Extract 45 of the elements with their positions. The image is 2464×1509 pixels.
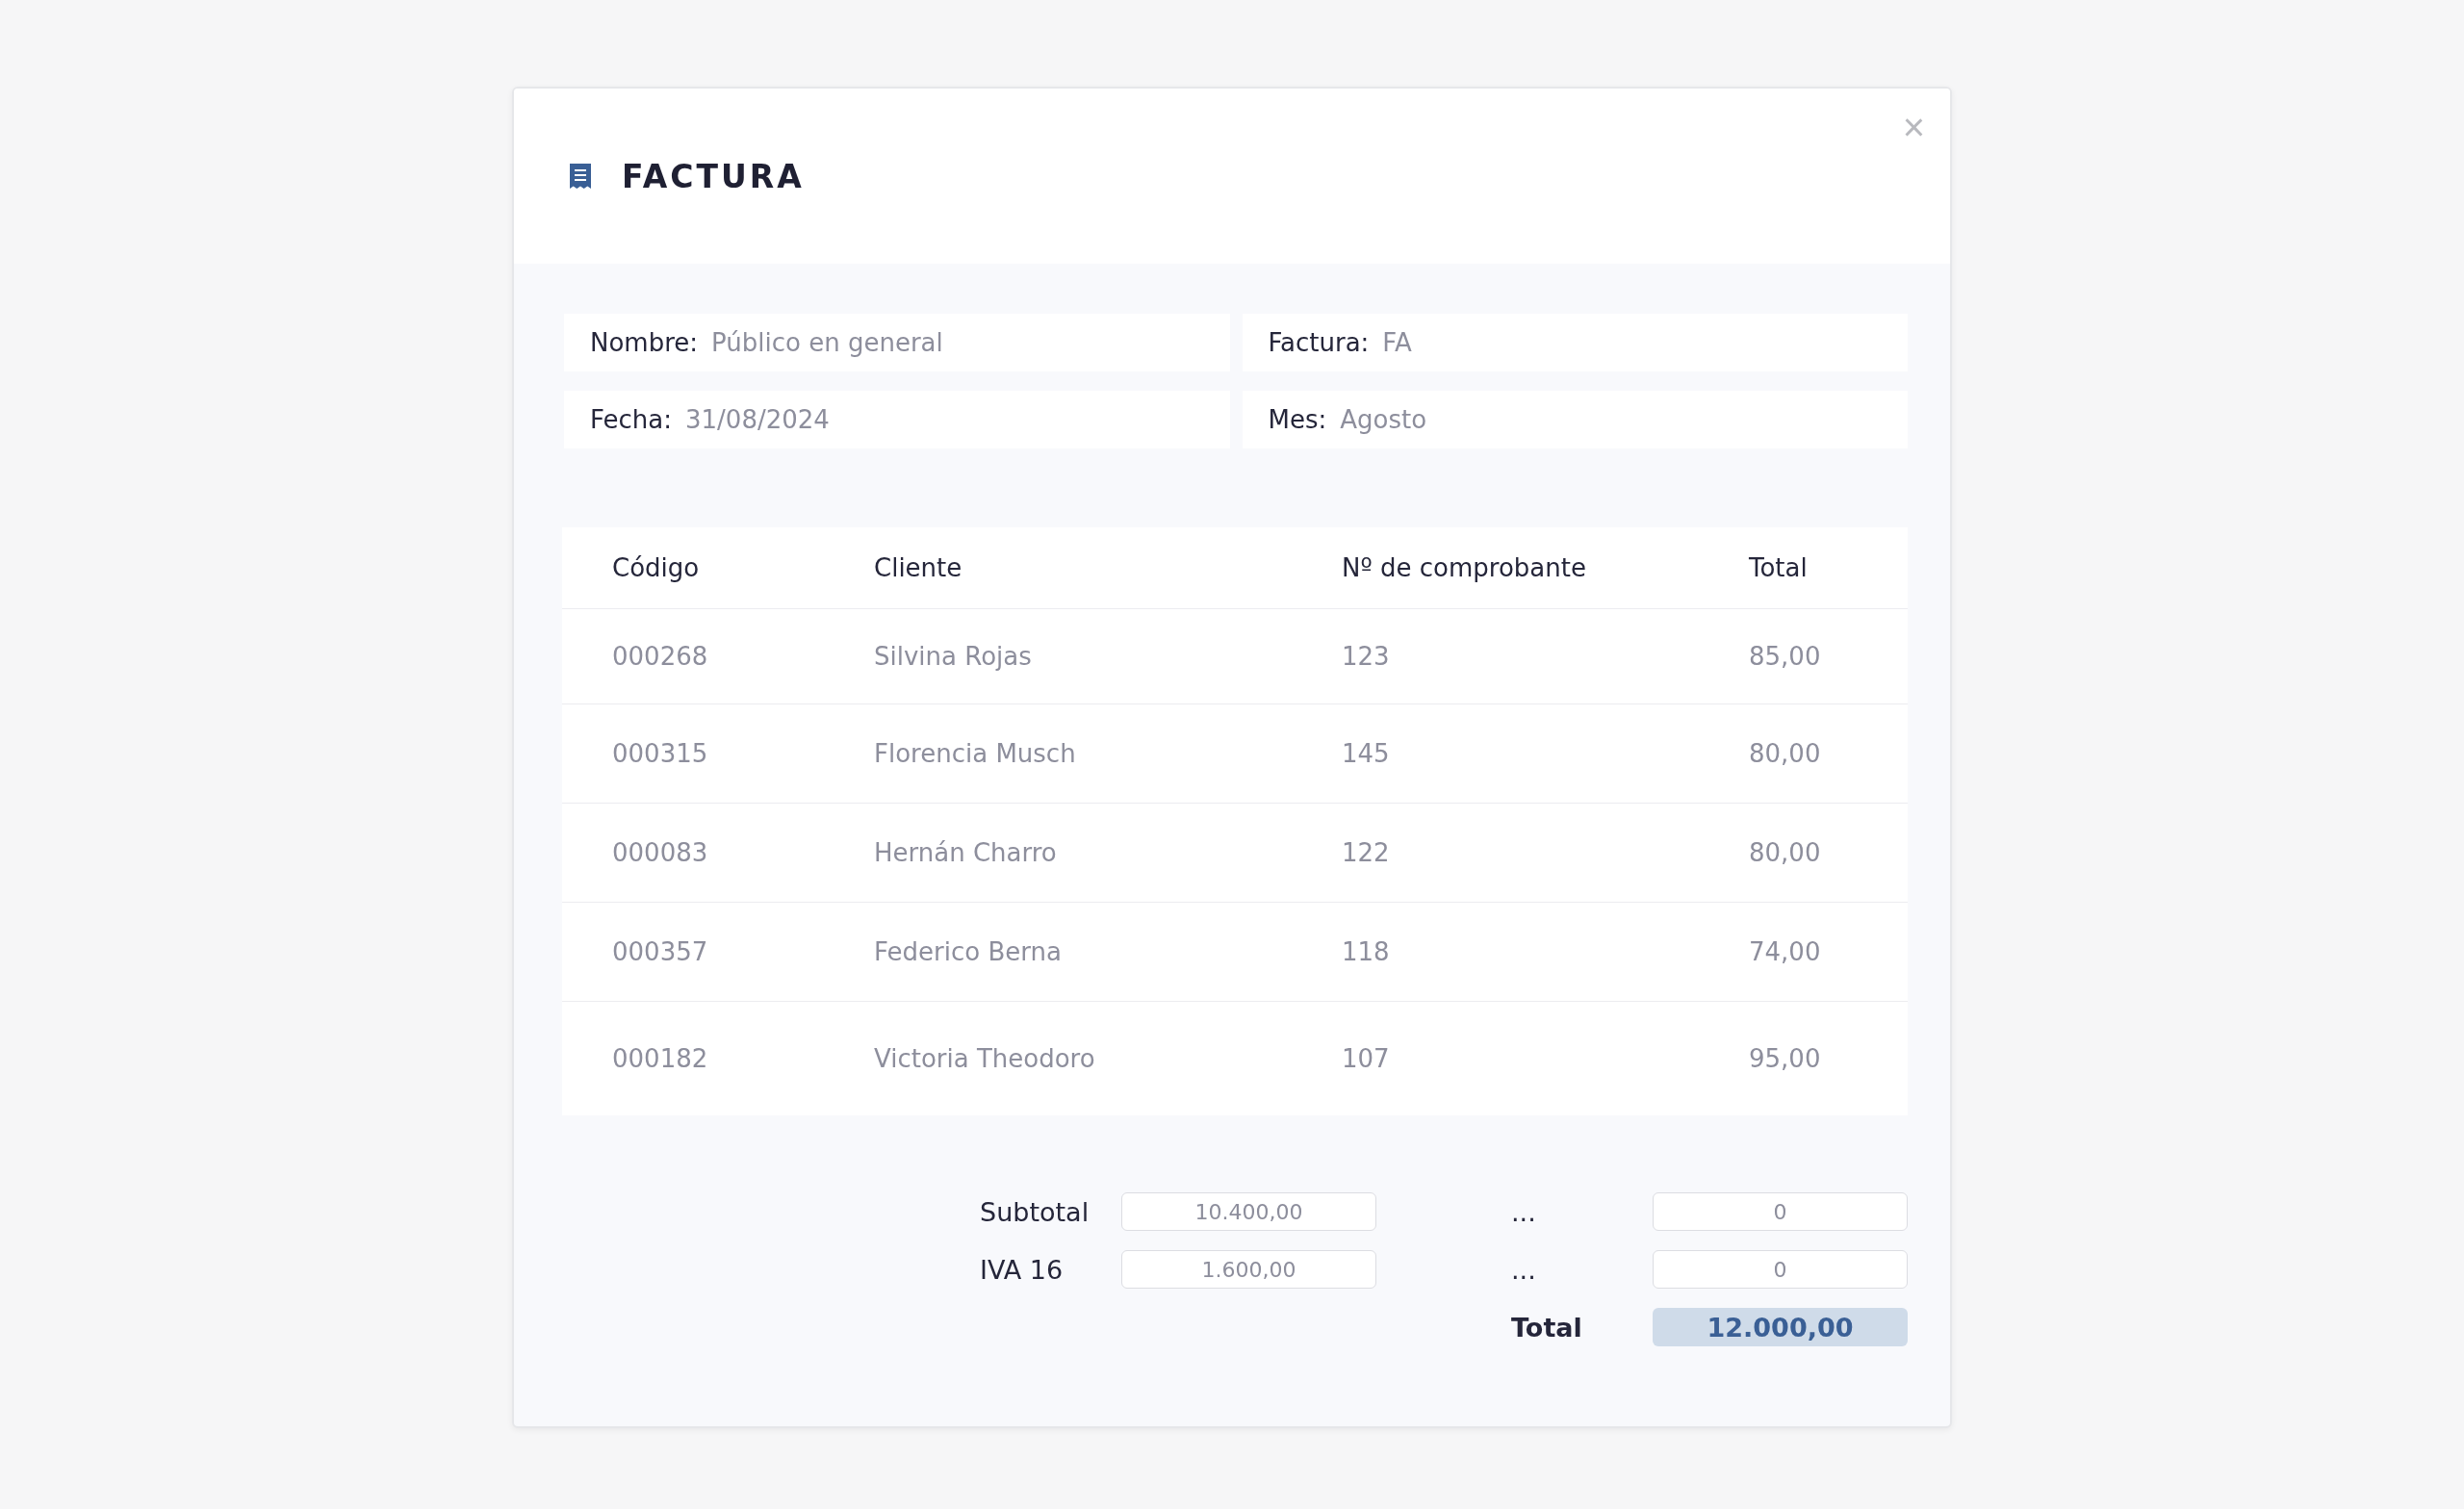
grand-total-value: 12.000,00 (1653, 1308, 1908, 1346)
field-label: Fecha: (590, 405, 672, 434)
table-cell-text: 107 (1342, 1044, 1391, 1073)
table-cell-text: 000268 (612, 642, 709, 671)
table-cell-text: 118 (1342, 937, 1391, 966)
total-label: ... (1511, 1196, 1536, 1227)
field-label: Nombre: (590, 328, 699, 357)
dialog-title: FACTURA (622, 157, 805, 195)
table-cell-text: 74,00 (1749, 937, 1822, 966)
column-header: Cliente (874, 553, 963, 582)
field-label: Factura: (1268, 328, 1370, 357)
table-cell-text: 95,00 (1749, 1044, 1822, 1073)
total-label: IVA 16 (980, 1254, 1064, 1285)
table-cell-text: 000357 (612, 937, 709, 966)
table-cell-text: Silvina Rojas (874, 642, 1033, 671)
table-cell-text: 000083 (612, 838, 709, 867)
table-cell-text: 123 (1342, 642, 1391, 671)
field-value: 31/08/2024 (685, 405, 830, 434)
amount-field[interactable]: 0 (1653, 1250, 1908, 1289)
table-cell-text: Federico Berna (874, 937, 1063, 966)
column-header: Total (1749, 553, 1809, 582)
table-cell-text: 85,00 (1749, 642, 1822, 671)
field-label: Mes: (1268, 405, 1327, 434)
table-cell-text: 145 (1342, 739, 1391, 768)
column-header: Código (612, 553, 701, 582)
close-button[interactable]: × (1896, 108, 1931, 146)
total-label: Total (1511, 1312, 1582, 1343)
amount-field[interactable]: 10.400,00 (1121, 1192, 1376, 1231)
amount-field[interactable]: 1.600,00 (1121, 1250, 1376, 1289)
field-value: Público en general (711, 328, 943, 357)
table-cell-text: 122 (1342, 838, 1391, 867)
table-cell-text: Victoria Theodoro (874, 1044, 1096, 1073)
table-cell-text: 80,00 (1749, 739, 1822, 768)
column-header: Nº de comprobante (1342, 553, 1587, 582)
field-value: Agosto (1340, 405, 1427, 434)
total-label: Subtotal (980, 1196, 1090, 1227)
table-cell-text: 80,00 (1749, 838, 1822, 867)
table-cell-text: Hernán Charro (874, 838, 1058, 867)
table-cell-text: 000315 (612, 739, 709, 768)
total-label: ... (1511, 1254, 1536, 1285)
table-cell-text: 000182 (612, 1044, 709, 1073)
receipt-icon (568, 162, 593, 191)
table-cell-text: Florencia Musch (874, 739, 1077, 768)
field-value: FA (1382, 328, 1412, 357)
amount-field[interactable]: 0 (1653, 1192, 1908, 1231)
